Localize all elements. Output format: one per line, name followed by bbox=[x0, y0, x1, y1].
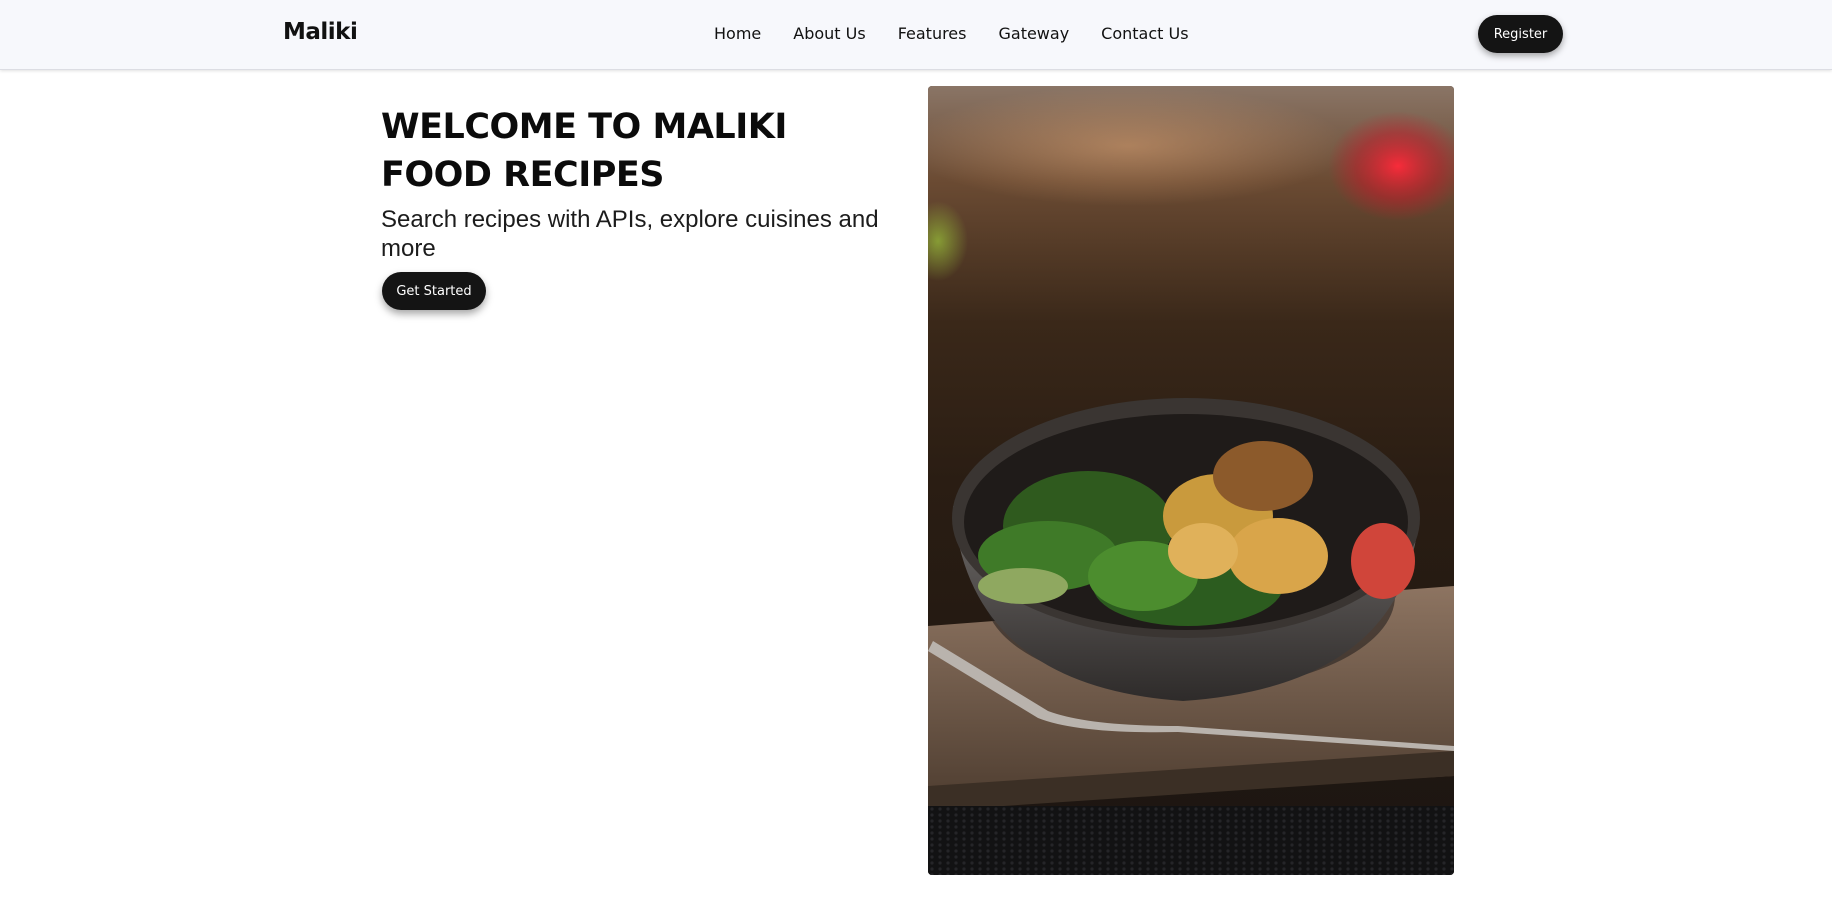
hero-subtitle: Search recipes with APIs, explore cuisin… bbox=[381, 206, 879, 262]
nav-link-gateway[interactable]: Gateway bbox=[998, 24, 1069, 43]
get-started-button[interactable]: Get Started bbox=[382, 272, 486, 310]
hero-title: WELCOME TO MALIKI FOOD RECIPES bbox=[381, 107, 787, 195]
nav-link-features[interactable]: Features bbox=[898, 24, 967, 43]
brand-logo[interactable]: Maliki bbox=[283, 19, 358, 45]
nav-link-contact-us[interactable]: Contact Us bbox=[1101, 24, 1188, 43]
nav-link-home[interactable]: Home bbox=[714, 24, 761, 43]
top-navbar: Maliki Home About Us Features Gateway Co… bbox=[0, 0, 1832, 70]
nav-link-about-us[interactable]: About Us bbox=[793, 24, 865, 43]
hero-food-image bbox=[928, 86, 1454, 875]
register-button[interactable]: Register bbox=[1478, 15, 1563, 53]
